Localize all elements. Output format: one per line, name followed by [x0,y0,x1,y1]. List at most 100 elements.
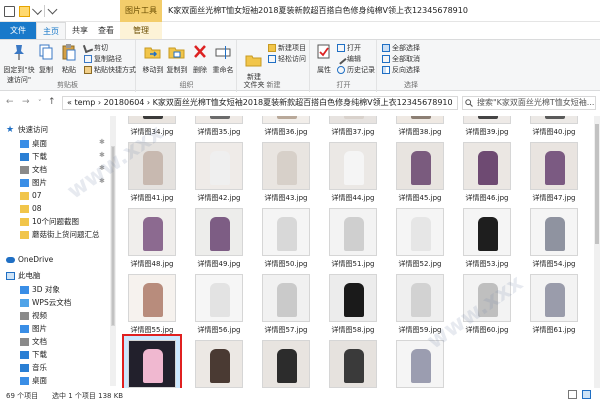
nav-quick-access[interactable]: ★ 快速访问 [6,124,48,136]
file-tile[interactable]: 详情图44.jpg [321,142,385,204]
nav-pc-item[interactable]: 图片 [20,323,47,335]
copy-path-button[interactable]: 复制路径 [84,54,122,64]
copy-button[interactable]: 复制 [36,43,56,75]
new-item-button[interactable]: 新建项目 [268,43,306,53]
file-tile[interactable]: 主图1.jpg [120,334,184,388]
file-tile[interactable]: 详情图56.jpg [187,274,251,336]
nav-pc-item[interactable]: 视频 [20,310,47,322]
file-tile[interactable]: 详情图53.jpg [455,208,519,270]
file-tile[interactable]: 主图4.jpg [321,340,385,388]
select-all-button[interactable]: 全部选择 [382,43,420,53]
file-tile[interactable]: 详情图48.jpg [120,208,184,270]
nav-pc-item[interactable]: WPS云文档 [20,297,71,309]
nav-pc-item[interactable]: 文档 [20,336,47,348]
file-tile[interactable]: 详情图34.jpg [120,116,184,138]
folder-icon[interactable] [19,5,30,17]
nav-scrollbar[interactable] [110,116,116,386]
edit-button[interactable]: 编辑 [335,53,361,65]
nav-item[interactable]: 文档 [20,164,47,176]
file-tile[interactable]: 详情图42.jpg [187,142,251,204]
tab-view[interactable]: 查看 [93,22,119,40]
file-tile[interactable]: 详情图60.jpg [455,274,519,336]
file-tile[interactable]: 主图2.jpg [187,340,251,388]
nav-pc-item[interactable]: 音乐 [20,362,47,374]
history-button[interactable]: 历史记录 [337,65,375,75]
nav-item[interactable]: 10个问题截图 [20,216,79,228]
file-tile[interactable]: 详情图58.jpg [321,274,385,336]
pin-quick-access-button[interactable]: 固定到"快速访问" [2,43,36,85]
file-tile[interactable]: 详情图37.jpg [321,116,385,138]
image-thumbnail [463,116,511,124]
nav-item[interactable]: 08 [20,203,42,215]
file-tile[interactable]: 详情图61.jpg [522,274,586,336]
file-tile[interactable]: 详情图43.jpg [254,142,318,204]
tab-manage[interactable]: 管理 [120,22,162,40]
search-input[interactable]: 搜索"K家双面丝光棉T恤女短袖..." [462,96,596,110]
nav-onedrive[interactable]: OneDrive [6,254,53,266]
nav-item[interactable]: 下载 [20,151,47,163]
content-scrollbar[interactable] [594,116,600,388]
file-tile[interactable]: 详情图39.jpg [455,116,519,138]
file-tile[interactable]: 详情图49.jpg [187,208,251,270]
file-tile[interactable]: 主图3.jpg [254,340,318,388]
file-tile[interactable]: 详情图51.jpg [321,208,385,270]
rename-button[interactable]: 重命名 [211,43,235,75]
nav-item[interactable]: 图片 [20,177,47,189]
nav-item[interactable]: 蘑菇街上货问题汇总 [20,229,100,241]
properties-button[interactable]: 属性 [313,43,335,75]
tab-home[interactable]: 主页 [36,22,66,40]
file-tile[interactable]: 详情图41.jpg [120,142,184,204]
back-button[interactable]: ← [6,97,14,107]
up-button[interactable]: ↑ [48,97,56,107]
pin-icon[interactable]: ✱ [99,177,105,185]
paste-shortcut-button[interactable]: 粘贴快捷方式 [84,65,136,75]
file-tile[interactable]: 详情图36.jpg [254,116,318,138]
move-to-button[interactable]: 移动到 [141,43,165,75]
file-tile[interactable]: 详情图40.jpg [522,116,586,138]
file-tile[interactable]: 详情图59.jpg [388,274,452,336]
recent-locations-button[interactable]: ˅ [38,99,42,107]
invert-selection-button[interactable]: 反向选择 [382,65,420,75]
delete-button[interactable]: 删除 [191,43,209,75]
file-tile[interactable]: 详情图55.jpg [120,274,184,336]
file-tile[interactable]: 主图5.jpg [388,340,452,388]
tab-share[interactable]: 共享 [67,22,93,40]
nav-item[interactable]: 07 [20,190,42,202]
pin-icon[interactable]: ✱ [99,164,105,172]
file-tile[interactable]: 详情图50.jpg [254,208,318,270]
large-icons-view-icon[interactable] [582,390,591,399]
cut-button[interactable]: 剪切 [82,42,108,54]
file-tile[interactable]: 详情图54.jpg [522,208,586,270]
nav-pc-item[interactable]: 桌面 [20,375,47,386]
forward-button[interactable]: → [22,97,30,107]
tab-file[interactable]: 文件 [0,22,36,40]
details-view-icon[interactable] [568,390,577,399]
document-icon [20,338,29,346]
easy-access-button[interactable]: 轻松访问 [268,54,306,64]
file-tile[interactable]: 详情图45.jpg [388,142,452,204]
file-tile[interactable]: 详情图35.jpg [187,116,251,138]
nav-pc-item[interactable]: 3D 对象 [20,284,60,296]
content-scrollbar-thumb[interactable] [595,124,599,244]
nav-this-pc[interactable]: 此电脑 [6,270,41,282]
select-none-button[interactable]: 全部取消 [382,54,420,64]
nav-scrollbar-thumb[interactable] [111,146,115,326]
file-tile[interactable]: 详情图46.jpg [455,142,519,204]
file-tile[interactable]: 详情图47.jpg [522,142,586,204]
chevron-down-icon[interactable] [47,4,58,14]
nav-pc-item[interactable]: 下载 [20,349,47,361]
pin-icon[interactable]: ✱ [99,151,105,159]
copy-to-button[interactable]: 复制到 [165,43,189,75]
file-tile[interactable]: 详情图52.jpg [388,208,452,270]
file-tile[interactable]: 详情图57.jpg [254,274,318,336]
toolbar-divider [44,5,45,17]
checkmark-icon[interactable] [32,4,42,15]
file-tile[interactable]: 详情图38.jpg [388,116,452,138]
properties-icon[interactable] [4,5,15,17]
nav-item-label: 07 [32,191,42,200]
paste-button[interactable]: 粘贴 [58,43,80,75]
address-path[interactable]: « temp › 20180604 › K家双面丝光棉T恤女短袖2018夏装新款… [62,96,458,110]
pin-icon[interactable]: ✱ [99,138,105,146]
nav-item[interactable]: 桌面 [20,138,47,150]
open-button[interactable]: 打开 [337,43,361,53]
